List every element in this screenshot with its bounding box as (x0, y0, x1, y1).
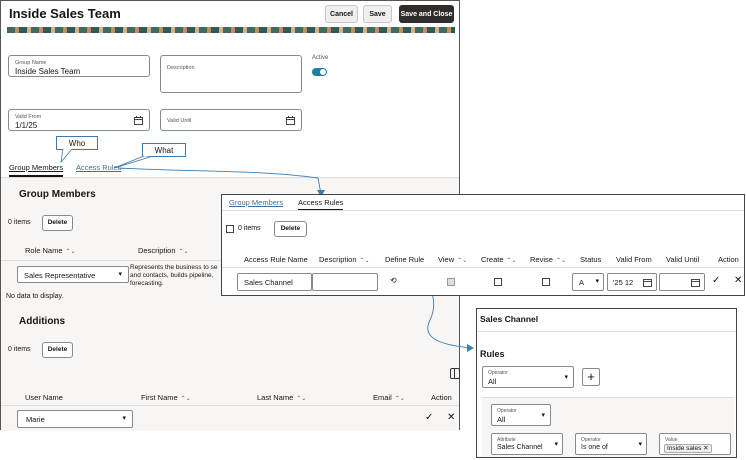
revise-header[interactable]: Revise ⌃⌄ (530, 255, 566, 264)
status-select[interactable]: A ▾ (572, 273, 604, 291)
tab-divider (222, 210, 744, 211)
define-rule-header: Define Rule (385, 255, 425, 264)
value-chip: Inside sales ✕ (664, 444, 712, 453)
inner-operator-select[interactable]: Operator All ▾ (491, 404, 551, 426)
value-input[interactable]: Value Inside sales ✕ (659, 433, 731, 455)
view-checkbox (447, 278, 455, 286)
rule-panel-title: Sales Channel (480, 314, 539, 324)
chevron-down-icon: ▾ (554, 441, 558, 448)
define-rule-icon[interactable]: ⟲ (390, 276, 397, 285)
valid-from-header: Valid From (616, 255, 652, 264)
rule-description-input[interactable] (312, 273, 378, 291)
description-header[interactable]: Description ⌃⌄ (319, 255, 370, 264)
access-rules-panel: Group Members Access Rules 0 items Delet… (221, 194, 745, 296)
condition-operator-select[interactable]: Operator Is one of ▾ (575, 433, 647, 455)
check-icon[interactable]: ✓ (712, 275, 720, 286)
valid-from-input[interactable]: '25 12 (607, 273, 657, 291)
sort-icon: ⌃⌄ (506, 258, 517, 264)
revise-checkbox[interactable] (542, 278, 550, 286)
remove-chip-icon[interactable]: ✕ (703, 445, 708, 452)
operator-select[interactable]: Operator All ▾ (482, 366, 574, 388)
delete-button[interactable]: Delete (274, 221, 307, 237)
create-header[interactable]: Create ⌃⌄ (481, 255, 517, 264)
add-rule-button[interactable]: + (582, 368, 600, 386)
view-header[interactable]: View ⌃⌄ (438, 255, 467, 264)
close-icon[interactable]: ✕ (734, 275, 742, 286)
rules-count: 0 items (238, 225, 261, 232)
chevron-down-icon: ▾ (564, 374, 568, 381)
access-rule-name-header[interactable]: Access Rule Name (244, 255, 308, 264)
valid-until-header: Valid Until (666, 255, 700, 264)
chevron-down-icon: ▾ (638, 441, 642, 448)
panel-divider (477, 331, 736, 332)
chevron-down-icon: ▾ (541, 412, 545, 419)
valid-until-input[interactable] (659, 273, 705, 291)
sort-icon: ⌃⌄ (359, 258, 370, 264)
chevron-down-icon: ▾ (595, 278, 599, 285)
sort-icon: ⌃⌄ (457, 258, 468, 264)
calendar-icon[interactable] (643, 278, 652, 287)
rule-name-input[interactable]: Sales Channel (237, 273, 312, 291)
select-all-checkbox[interactable] (226, 225, 234, 233)
table-header-divider (222, 267, 744, 268)
sort-icon: ⌃⌄ (555, 258, 566, 264)
attribute-select[interactable]: Attribute Sales Channel ▾ (491, 433, 563, 455)
calendar-icon[interactable] (691, 278, 700, 287)
create-checkbox[interactable] (494, 278, 502, 286)
action-header: Action (718, 255, 739, 264)
tab-group-members[interactable]: Group Members (229, 198, 283, 207)
status-header: Status (580, 255, 602, 264)
rules-title: Rules (480, 349, 505, 359)
rule-detail-panel: Sales Channel Rules Operator All ▾ + Ope… (476, 308, 737, 458)
